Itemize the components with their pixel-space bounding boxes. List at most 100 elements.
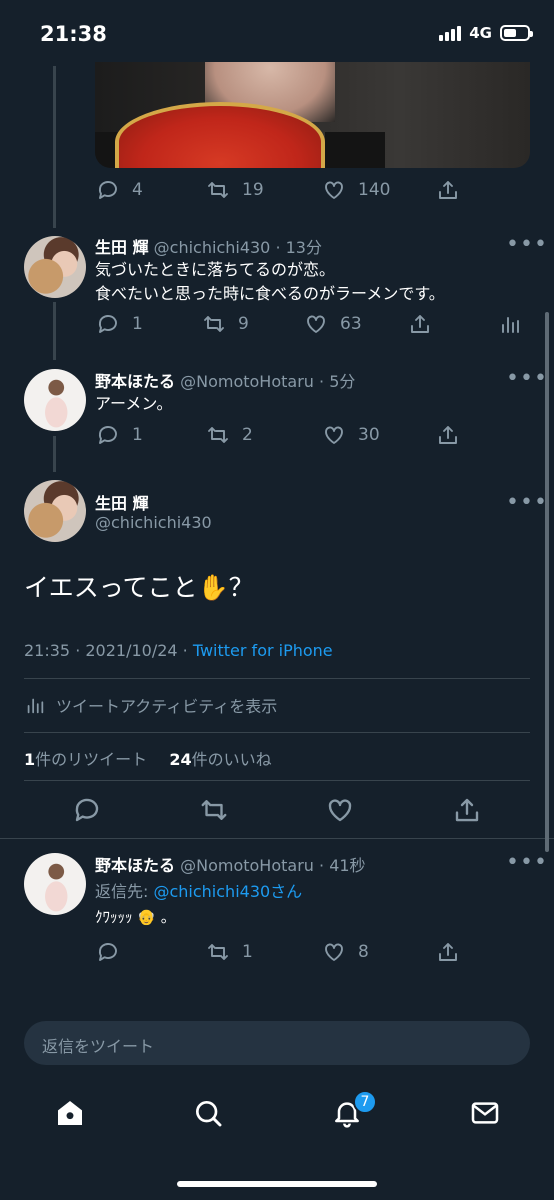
- heart-icon: [325, 943, 343, 961]
- main-tweet-actions: [72, 795, 482, 825]
- old-man-emoji: 👴: [137, 908, 156, 926]
- engagement-counts: 1件のリツイート 24件のいいね: [24, 746, 272, 770]
- reply-button[interactable]: 1: [96, 423, 206, 447]
- divider: [24, 780, 530, 781]
- tweet-actions: 1 8: [96, 940, 466, 964]
- tweet-header: 野本ほたる @NomotoHotaru · 5分: [95, 368, 355, 392]
- display-name[interactable]: 野本ほたる: [95, 372, 175, 391]
- reply-button[interactable]: 1: [96, 312, 202, 336]
- share-icon: [439, 943, 457, 961]
- avatar[interactable]: [24, 369, 86, 431]
- user-handle[interactable]: @chichichi430: [154, 238, 271, 257]
- divider: [24, 678, 530, 679]
- retweet-count-link[interactable]: 1件のリツイート: [24, 750, 147, 769]
- divider: [0, 838, 554, 839]
- tweet-source-link[interactable]: Twitter for iPhone: [193, 641, 333, 660]
- avatar[interactable]: [24, 853, 86, 915]
- analytics-button[interactable]: [498, 312, 522, 336]
- home-indicator[interactable]: [177, 1181, 377, 1187]
- more-icon[interactable]: •••: [506, 850, 548, 875]
- share-button[interactable]: [436, 940, 460, 964]
- reply-button[interactable]: [96, 940, 206, 964]
- tweet-time: · 5分: [319, 372, 356, 391]
- display-name[interactable]: 生田 輝: [95, 490, 149, 514]
- avatar[interactable]: [24, 480, 86, 542]
- tab-home[interactable]: [50, 1093, 90, 1133]
- tweet-activity-link[interactable]: ツイートアクティビティを表示: [24, 693, 277, 717]
- mail-icon: [471, 1102, 499, 1124]
- like-count-link[interactable]: 24件のいいね: [169, 750, 271, 769]
- display-name[interactable]: 野本ほたる: [95, 856, 175, 875]
- notification-badge: 7: [353, 1090, 377, 1114]
- tweet-text: アーメン。: [95, 394, 173, 413]
- reply-to-link[interactable]: @chichichi430さん: [153, 882, 302, 901]
- reply-icon: [98, 315, 117, 333]
- tweet-actions: 4 19 140: [96, 178, 466, 202]
- reply-input[interactable]: 返信をツイート: [24, 1021, 530, 1065]
- share-icon[interactable]: [452, 795, 482, 825]
- heart-icon: [325, 426, 343, 444]
- more-icon[interactable]: •••: [506, 366, 548, 391]
- thread-line: [53, 302, 56, 360]
- signal-icon: [439, 25, 462, 41]
- tweet-time: · 41秒: [319, 856, 366, 875]
- share-icon: [439, 181, 457, 199]
- more-icon[interactable]: •••: [506, 232, 548, 257]
- reply-icon: [98, 426, 117, 444]
- divider: [24, 732, 530, 733]
- analytics-icon: [27, 698, 44, 714]
- reply-icon: [98, 943, 117, 961]
- like-button[interactable]: 63: [304, 312, 408, 336]
- thread-line: [53, 66, 56, 228]
- like-button[interactable]: 30: [322, 423, 436, 447]
- reply-to: 返信先: @chichichi430さん: [95, 882, 303, 901]
- like-button[interactable]: 140: [322, 178, 436, 202]
- tab-search[interactable]: [188, 1093, 228, 1133]
- retweet-icon: [208, 944, 228, 960]
- heart-icon[interactable]: [325, 795, 355, 825]
- user-handle[interactable]: @NomotoHotaru: [180, 856, 314, 875]
- tweet-time: · 13分: [275, 238, 322, 257]
- tab-messages[interactable]: [465, 1093, 505, 1133]
- retweet-icon: [204, 316, 224, 332]
- more-icon[interactable]: •••: [506, 490, 548, 515]
- tweet-header: 野本ほたる @NomotoHotaru · 41秒: [95, 852, 366, 876]
- tweet-text: 気づいたときに落ちてるのが恋。 食べたいと思った時に食べるのがラーメンです。: [95, 260, 445, 303]
- heart-icon: [325, 181, 343, 199]
- share-button[interactable]: [436, 178, 460, 202]
- reply-icon[interactable]: [72, 795, 102, 825]
- tweet-text: ｸﾜｯｯｯ 👴 。: [95, 908, 176, 926]
- retweet-button[interactable]: 19: [206, 178, 322, 202]
- retweet-button[interactable]: 1: [206, 940, 322, 964]
- scrollbar[interactable]: [545, 312, 549, 852]
- like-button[interactable]: 8: [322, 940, 436, 964]
- tweet-media-image[interactable]: [95, 62, 530, 168]
- network-type: 4G: [469, 24, 492, 42]
- analytics-icon: [502, 317, 519, 333]
- status-indicators: 4G: [439, 24, 533, 42]
- share-icon: [439, 426, 457, 444]
- display-name[interactable]: 生田 輝: [95, 238, 149, 257]
- tweet-timestamp: 21:35 · 2021/10/24 · Twitter for iPhone: [24, 641, 333, 660]
- status-time: 21:38: [40, 22, 107, 46]
- avatar[interactable]: [24, 236, 86, 298]
- user-handle[interactable]: @NomotoHotaru: [180, 372, 314, 391]
- user-handle[interactable]: @chichichi430: [95, 513, 212, 532]
- main-tweet-text: イエスってこと✋？: [24, 573, 254, 602]
- share-button[interactable]: [408, 312, 498, 336]
- retweet-button[interactable]: 2: [206, 423, 322, 447]
- thread-line: [53, 436, 56, 472]
- retweet-button[interactable]: 9: [202, 312, 304, 336]
- share-button[interactable]: [436, 423, 460, 447]
- search-icon: [196, 1101, 222, 1127]
- retweet-icon[interactable]: [199, 795, 229, 825]
- retweet-icon: [208, 427, 228, 443]
- reply-icon: [98, 181, 117, 199]
- home-icon: [58, 1101, 82, 1125]
- share-icon: [411, 315, 429, 333]
- tweet-actions: 1 2 30: [96, 423, 466, 447]
- reply-button[interactable]: 4: [96, 178, 206, 202]
- battery-icon: [500, 25, 533, 41]
- heart-icon: [307, 315, 325, 333]
- tweet-actions: 1 9 63: [96, 312, 526, 336]
